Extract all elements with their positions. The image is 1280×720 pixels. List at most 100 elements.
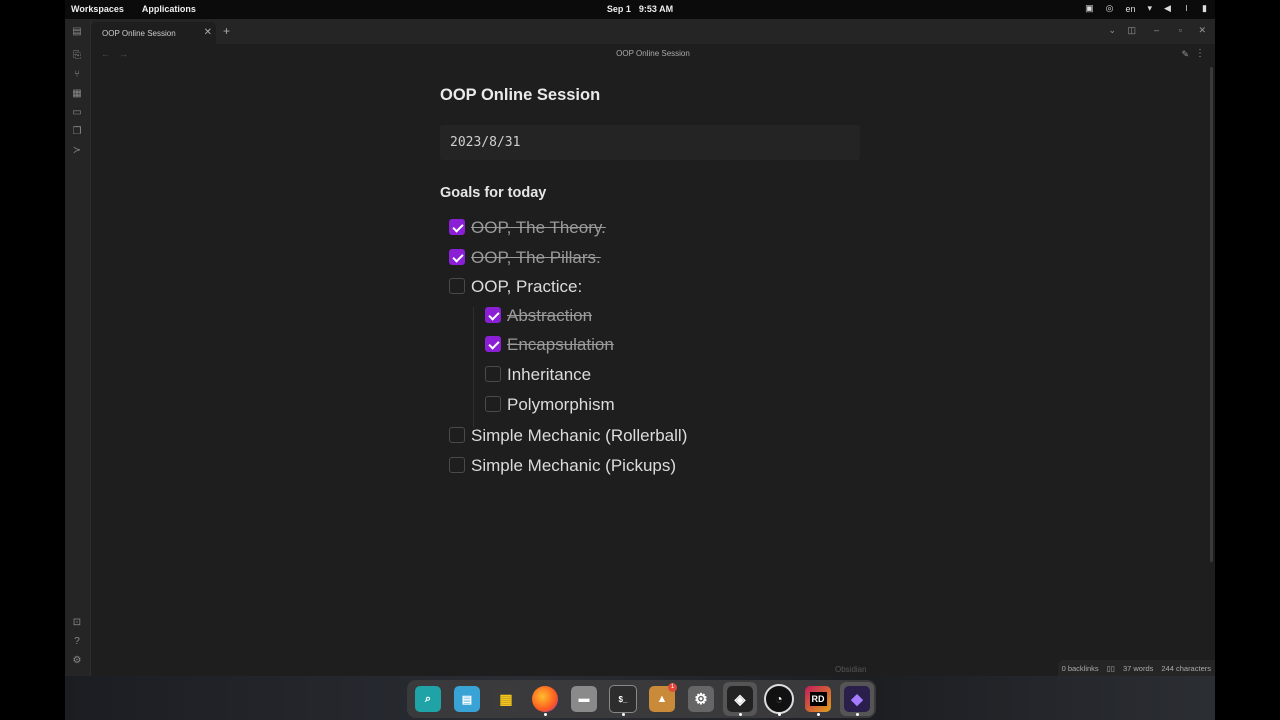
window-grid-icon: ▤ xyxy=(454,686,480,712)
note-title[interactable]: OOP Online Session xyxy=(440,86,600,105)
templates-icon[interactable]: ❐ xyxy=(71,126,83,138)
task-text: Abstraction xyxy=(507,306,593,325)
settings-icon: ⚙ xyxy=(688,686,714,712)
date-text: 2023/8/31 xyxy=(450,135,521,150)
graph-view-icon[interactable]: ⑂ xyxy=(71,69,83,81)
wifi-icon[interactable]: ▾ xyxy=(1147,3,1152,14)
left-ribbon: ▤ ⎘ ⑂ ▦ ▭ ❐ ≻ ⊡ ? ⚙ xyxy=(65,19,91,676)
volume-icon[interactable]: ◀ xyxy=(1164,3,1171,14)
new-tab-plus-icon[interactable]: + xyxy=(223,24,230,38)
task-checkbox[interactable] xyxy=(449,278,465,294)
view-header-title[interactable]: OOP Online Session xyxy=(91,49,1215,58)
editor-scrollbar[interactable] xyxy=(1210,67,1213,562)
window-close-icon[interactable]: ✕ xyxy=(1198,25,1206,36)
running-indicator xyxy=(855,713,859,716)
notification-badge: 1 xyxy=(668,683,677,692)
obsidian-icon: ◆ xyxy=(844,686,870,712)
obsidian-watermark: Obsidian xyxy=(835,665,867,674)
task-text: Encapsulation xyxy=(507,335,614,354)
word-count: 37 words xyxy=(1122,663,1154,673)
dock-app-grid[interactable]: ▦ xyxy=(489,682,523,716)
tab-list-chevron-icon[interactable]: ⌄ xyxy=(1108,25,1116,36)
more-options-icon[interactable]: ⋮ xyxy=(1195,48,1205,59)
dock-search-app[interactable]: ⌕ xyxy=(411,682,445,716)
daily-note-icon[interactable]: ▭ xyxy=(71,107,83,119)
task-text: OOP, The Theory. xyxy=(471,218,606,237)
task-checkbox[interactable] xyxy=(449,219,465,235)
dock-obs[interactable]: ◔ xyxy=(762,682,796,716)
apps-grid-icon: ▦ xyxy=(493,686,519,712)
close-tab-icon[interactable]: ✕ xyxy=(204,27,212,38)
task-text: Simple Mechanic (Pickups) xyxy=(471,456,677,475)
obsidian-window: ▤ ⎘ ⑂ ▦ ▭ ❐ ≻ ⊡ ? ⚙ OOP Online Session ✕… xyxy=(65,19,1215,676)
view-header: ← → OOP Online Session ✎ ⋮ xyxy=(91,44,1215,64)
system-tray: ▣ ◎ en ▾ ◀ ⏽ ▮ xyxy=(1085,3,1207,14)
task-text: OOP, The Pillars. xyxy=(471,248,601,267)
dock-firefox[interactable] xyxy=(528,682,562,716)
tab-oop-online-session[interactable]: OOP Online Session ✕ xyxy=(91,22,216,44)
folder-icon: ▬ xyxy=(571,686,597,712)
task-checkbox[interactable] xyxy=(485,336,501,352)
dock-file-manager[interactable]: ▬ xyxy=(567,682,601,716)
dock-store[interactable]: ▲ 1 xyxy=(645,682,679,716)
task-checkbox[interactable] xyxy=(449,249,465,265)
running-indicator xyxy=(816,713,820,716)
open-quick-switcher-icon[interactable]: ⎘ xyxy=(71,50,83,62)
firefox-icon xyxy=(532,686,558,712)
tab-label: OOP Online Session xyxy=(102,29,176,38)
task-checkbox[interactable] xyxy=(485,396,501,412)
screen-record-icon[interactable]: ◎ xyxy=(1106,3,1114,14)
character-count: 244 characters xyxy=(1161,663,1211,673)
task-checkbox[interactable] xyxy=(485,366,501,382)
reading-view-icon[interactable]: ▯▯ xyxy=(1107,664,1115,673)
maximize-icon[interactable]: ▫ xyxy=(1179,25,1182,35)
goals-heading[interactable]: Goals for today xyxy=(440,185,546,201)
status-bar: 0 backlinks ▯▯ 37 words 244 characters xyxy=(1057,660,1215,676)
terminal-icon: $_ xyxy=(609,685,637,713)
running-indicator xyxy=(543,713,547,716)
task-text: OOP, Practice: xyxy=(471,277,583,296)
task-text: Polymorphism xyxy=(507,395,615,414)
dock-obsidian[interactable]: ◆ xyxy=(840,682,874,716)
task-text: Simple Mechanic (Rollerball) xyxy=(471,426,688,445)
running-indicator xyxy=(777,713,781,716)
sidebar-toggle-icon[interactable]: ▤ xyxy=(71,26,83,38)
settings-gear-icon[interactable]: ⚙ xyxy=(71,655,83,667)
clock-time: 9:53 AM xyxy=(638,4,674,14)
dock: ⌕ ▤ ▦ ▬ $_ ▲ 1 ⚙ ◈ ◔ RD ◆ xyxy=(407,680,876,718)
indent-guide xyxy=(473,307,474,427)
vault-switcher-icon[interactable]: ⊡ xyxy=(71,617,83,629)
language-indicator[interactable]: en xyxy=(1125,4,1135,14)
dock-files-app[interactable]: ▤ xyxy=(450,682,484,716)
applications-menu[interactable]: Applications xyxy=(142,4,196,14)
dock-settings[interactable]: ⚙ xyxy=(684,682,718,716)
obs-icon: ◔ xyxy=(764,684,794,714)
dock-unity[interactable]: ◈ xyxy=(723,682,757,716)
display-icon[interactable]: ▣ xyxy=(1085,3,1094,14)
date-code-block[interactable]: 2023/8/31 xyxy=(440,125,860,160)
magnifier-icon: ⌕ xyxy=(415,686,441,712)
canvas-icon[interactable]: ▦ xyxy=(71,88,83,100)
task-checkbox[interactable] xyxy=(449,457,465,473)
dock-rider[interactable]: RD xyxy=(801,682,835,716)
clock[interactable]: Sep 1 9:53 AM xyxy=(607,4,673,14)
clock-date: Sep 1 xyxy=(606,4,631,14)
unity-icon: ◈ xyxy=(727,686,753,712)
edit-mode-pencil-icon[interactable]: ✎ xyxy=(1181,49,1189,60)
backlinks-count[interactable]: 0 backlinks xyxy=(1062,664,1099,673)
dock-terminal[interactable]: $_ xyxy=(606,682,640,716)
battery-icon[interactable]: ▮ xyxy=(1202,3,1207,14)
command-palette-icon[interactable]: ≻ xyxy=(71,145,83,157)
running-indicator xyxy=(621,713,625,716)
task-checkbox[interactable] xyxy=(449,427,465,443)
minimize-icon[interactable]: – xyxy=(1154,25,1159,35)
task-text: Inheritance xyxy=(507,365,592,384)
tab-bar: OOP Online Session ✕ + ⌄ ◫ – ▫ ✕ xyxy=(91,19,1215,44)
task-checkbox[interactable] xyxy=(485,307,501,323)
microphone-icon[interactable]: ⏽ xyxy=(1183,3,1190,14)
system-top-bar: Workspaces Applications Sep 1 9:53 AM ▣ … xyxy=(65,0,1215,19)
rider-label: RD xyxy=(809,692,827,706)
help-icon[interactable]: ? xyxy=(71,636,83,648)
workspaces-menu[interactable]: Workspaces xyxy=(71,4,124,14)
right-sidebar-toggle-icon[interactable]: ◫ xyxy=(1127,25,1136,36)
